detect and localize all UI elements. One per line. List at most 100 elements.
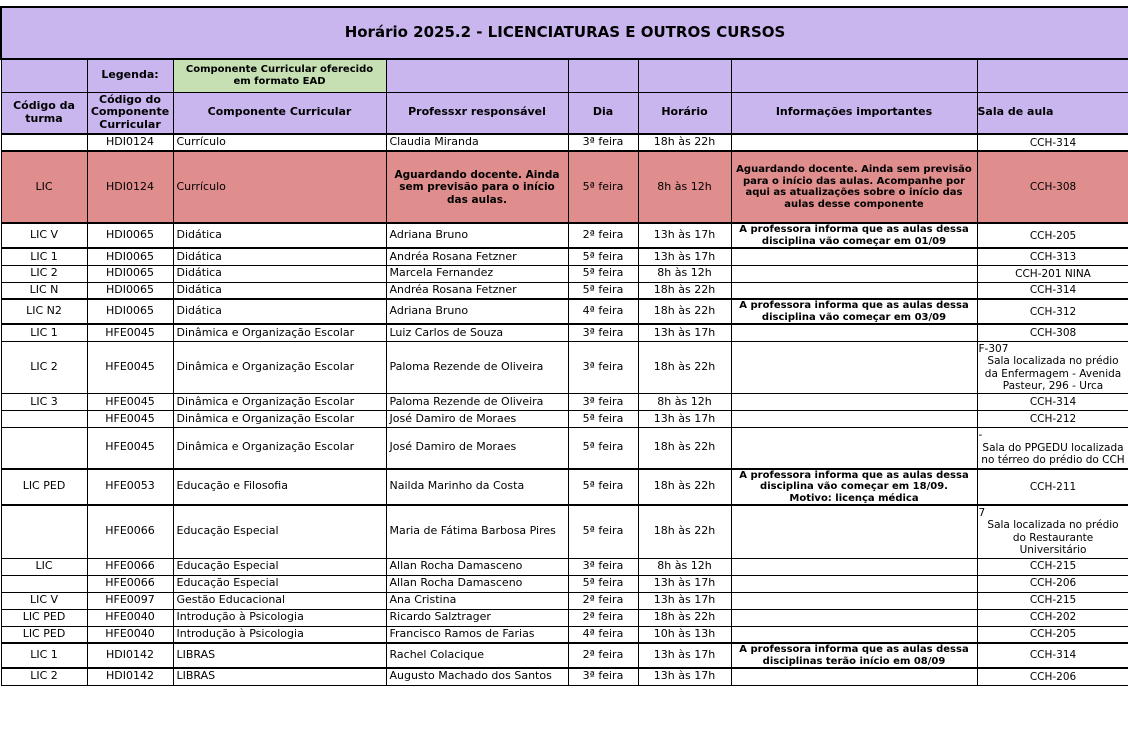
cell-informacoes bbox=[731, 282, 977, 299]
cell-codigo-componente: HFE0045 bbox=[87, 324, 173, 341]
table-row: HFE0066 Educação Especial Maria de Fátim… bbox=[1, 505, 1128, 558]
table-row: LIC 1 HFE0045 Dinâmica e Organização Esc… bbox=[1, 324, 1128, 341]
column-header-componente-curricular: Componente Curricular bbox=[173, 92, 386, 134]
sala-room-text: CCH-206 bbox=[981, 671, 1126, 683]
cell-sala: CCH-205 bbox=[977, 626, 1128, 643]
cell-sala: CCH-314 bbox=[977, 282, 1128, 299]
cell-codigo-turma: LIC PED bbox=[1, 469, 87, 506]
sala-room-text: CCH-205 bbox=[981, 628, 1126, 640]
cell-horario: 13h às 17h bbox=[638, 592, 731, 609]
legend-label: Legenda: bbox=[87, 59, 173, 92]
legend-empty-cell bbox=[1, 59, 87, 92]
cell-componente-curricular: Introdução à Psicologia bbox=[173, 626, 386, 643]
cell-informacoes bbox=[731, 575, 977, 592]
legend-empty-cell bbox=[386, 59, 568, 92]
cell-codigo-turma: LIC 1 bbox=[1, 643, 87, 668]
cell-componente-curricular: Educação e Filosofia bbox=[173, 469, 386, 506]
cell-dia: 4ª feira bbox=[568, 626, 638, 643]
cell-codigo-turma: LIC V bbox=[1, 592, 87, 609]
cell-dia: 3ª feira bbox=[568, 558, 638, 575]
cell-componente-curricular: Educação Especial bbox=[173, 575, 386, 592]
cell-codigo-turma bbox=[1, 411, 87, 428]
cell-sala: CCH-312 bbox=[977, 299, 1128, 324]
cell-componente-curricular: Dinâmica e Organização Escolar bbox=[173, 428, 386, 469]
cell-componente-curricular: Dinâmica e Organização Escolar bbox=[173, 324, 386, 341]
table-row: LIC PED HFE0053 Educação e Filosofia Nai… bbox=[1, 469, 1128, 506]
table-row: LIC V HFE0097 Gestão Educacional Ana Cri… bbox=[1, 592, 1128, 609]
sala-room-text: Sala localizada no prédio da Enfermagem … bbox=[981, 355, 1126, 392]
column-header-sala: Sala de aula bbox=[977, 92, 1128, 134]
cell-codigo-componente: HFE0045 bbox=[87, 428, 173, 469]
table-row: LIC N HDI0065 Didática Andréa Rosana Fet… bbox=[1, 282, 1128, 299]
cell-horario: 18h às 22h bbox=[638, 505, 731, 558]
cell-professor: Adriana Bruno bbox=[386, 299, 568, 324]
table-row: HFE0045 Dinâmica e Organização Escolar J… bbox=[1, 428, 1128, 469]
cell-informacoes bbox=[731, 592, 977, 609]
sala-room-text: CCH-211 bbox=[981, 481, 1126, 493]
cell-horario: 18h às 22h bbox=[638, 134, 731, 151]
cell-horario: 13h às 17h bbox=[638, 575, 731, 592]
table-row: HFE0066 Educação Especial Allan Rocha Da… bbox=[1, 575, 1128, 592]
column-header-codigo-turma: Código da turma bbox=[1, 92, 87, 134]
cell-codigo-turma: LIC V bbox=[1, 223, 87, 248]
legend-row: Legenda: Componente Curricular oferecido… bbox=[1, 59, 1128, 92]
cell-informacoes bbox=[731, 428, 977, 469]
cell-codigo-componente: HFE0045 bbox=[87, 411, 173, 428]
cell-informacoes bbox=[731, 341, 977, 394]
cell-informacoes: A professora informa que as aulas dessa … bbox=[731, 469, 977, 506]
cell-codigo-componente: HDI0142 bbox=[87, 668, 173, 685]
cell-dia: 3ª feira bbox=[568, 134, 638, 151]
sala-room-text: CCH-314 bbox=[981, 284, 1126, 296]
cell-professor: Allan Rocha Damasceno bbox=[386, 558, 568, 575]
cell-codigo-turma: LIC N2 bbox=[1, 299, 87, 324]
cell-codigo-componente: HDI0124 bbox=[87, 134, 173, 151]
cell-professor: Aguardando docente. Ainda sem previsão p… bbox=[386, 151, 568, 223]
cell-sala: - Sala do PPGEDU localizada no térreo do… bbox=[977, 428, 1128, 469]
cell-sala: CCH-314 bbox=[977, 643, 1128, 668]
cell-horario: 13h às 17h bbox=[638, 668, 731, 685]
sala-room-text: CCH-314 bbox=[981, 396, 1126, 408]
table-row: LIC N2 HDI0065 Didática Adriana Bruno 4ª… bbox=[1, 299, 1128, 324]
sala-room-code: - bbox=[979, 429, 1126, 441]
cell-codigo-turma bbox=[1, 505, 87, 558]
cell-dia: 5ª feira bbox=[568, 265, 638, 282]
sala-room-code: 7 bbox=[979, 507, 1126, 519]
cell-informacoes bbox=[731, 609, 977, 626]
cell-horario: 13h às 17h bbox=[638, 411, 731, 428]
cell-componente-curricular: Introdução à Psicologia bbox=[173, 609, 386, 626]
cell-informacoes bbox=[731, 505, 977, 558]
cell-codigo-turma: LIC bbox=[1, 151, 87, 223]
cell-codigo-turma: LIC 1 bbox=[1, 248, 87, 265]
cell-professor: Allan Rocha Damasceno bbox=[386, 575, 568, 592]
table-row: LIC HDI0124 Currículo Aguardando docente… bbox=[1, 151, 1128, 223]
cell-componente-curricular: Didática bbox=[173, 265, 386, 282]
cell-codigo-turma: LIC 2 bbox=[1, 341, 87, 394]
cell-horario: 18h às 22h bbox=[638, 428, 731, 469]
cell-dia: 2ª feira bbox=[568, 223, 638, 248]
cell-horario: 13h às 17h bbox=[638, 223, 731, 248]
cell-horario: 18h às 22h bbox=[638, 469, 731, 506]
cell-dia: 5ª feira bbox=[568, 151, 638, 223]
table-row: LIC PED HFE0040 Introdução à Psicologia … bbox=[1, 609, 1128, 626]
cell-codigo-componente: HDI0065 bbox=[87, 223, 173, 248]
cell-informacoes bbox=[731, 265, 977, 282]
sala-room-text: CCH-215 bbox=[981, 594, 1126, 606]
cell-dia: 5ª feira bbox=[568, 469, 638, 506]
cell-codigo-turma: LIC PED bbox=[1, 626, 87, 643]
table-row: LIC 2 HDI0142 LIBRAS Augusto Machado dos… bbox=[1, 668, 1128, 685]
cell-horario: 13h às 17h bbox=[638, 248, 731, 265]
cell-codigo-componente: HDI0065 bbox=[87, 299, 173, 324]
cell-professor: Adriana Bruno bbox=[386, 223, 568, 248]
column-header-professor: Professxr responsável bbox=[386, 92, 568, 134]
cell-sala: CCH-215 bbox=[977, 558, 1128, 575]
column-header-informacoes: Informações importantes bbox=[731, 92, 977, 134]
legend-empty-cell bbox=[568, 59, 638, 92]
cell-sala: CCH-206 bbox=[977, 668, 1128, 685]
cell-sala: CCH-313 bbox=[977, 248, 1128, 265]
cell-dia: 5ª feira bbox=[568, 505, 638, 558]
table-row: LIC PED HFE0040 Introdução à Psicologia … bbox=[1, 626, 1128, 643]
cell-codigo-componente: HFE0066 bbox=[87, 558, 173, 575]
cell-informacoes bbox=[731, 626, 977, 643]
cell-codigo-componente: HFE0097 bbox=[87, 592, 173, 609]
sala-room-text: CCH-308 bbox=[981, 181, 1126, 193]
